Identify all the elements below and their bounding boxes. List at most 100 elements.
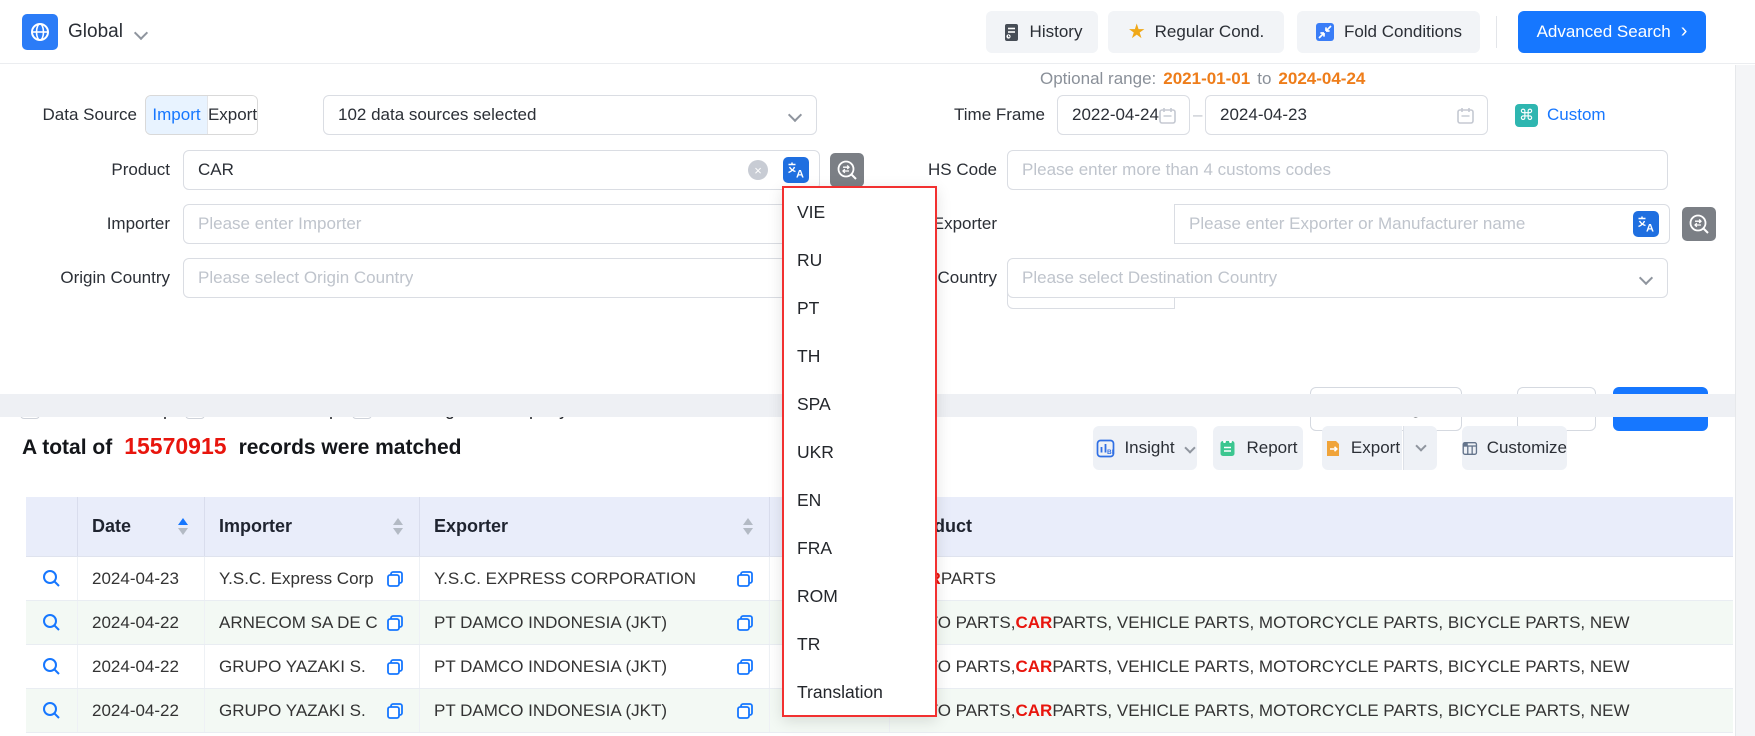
header-exporter-label: Exporter	[434, 516, 508, 537]
exporter-name[interactable]: PT DAMCO INDONESIA (JKT)	[434, 657, 667, 677]
importer-cell: GRUPO YAZAKI S.	[205, 689, 420, 732]
header-product: Product	[890, 497, 1733, 556]
language-option[interactable]: TH	[784, 332, 935, 380]
view-detail-icon[interactable]	[41, 700, 62, 721]
language-option[interactable]: FRA	[784, 524, 935, 572]
view-detail-icon[interactable]	[41, 656, 62, 677]
copy-icon[interactable]	[385, 701, 405, 721]
language-option[interactable]: UKR	[784, 428, 935, 476]
importer-name[interactable]: GRUPO YAZAKI S.	[219, 657, 366, 677]
customize-button[interactable]: Customize	[1462, 426, 1567, 470]
svg-text:BI: BI	[1107, 449, 1114, 456]
export-label: Export	[1351, 438, 1400, 458]
importer-input[interactable]	[183, 204, 820, 244]
chevron-down-icon	[1184, 442, 1195, 453]
sort-date-control[interactable]	[178, 518, 188, 535]
translate-language-dropdown: VIE RU PT TH SPA UKR EN FRA ROM TR Trans…	[782, 186, 937, 717]
chevron-down-icon[interactable]	[134, 26, 148, 40]
exporter-cell: PT DAMCO INDONESIA (JKT)	[420, 601, 770, 644]
fold-conditions-button-label: Fold Conditions	[1344, 22, 1462, 42]
import-tab[interactable]: Import	[146, 96, 207, 134]
insight-button[interactable]: BI Insight	[1093, 426, 1197, 470]
translate-icon[interactable]: A	[783, 157, 809, 183]
language-option[interactable]: RU	[784, 236, 935, 284]
exporter-cell: Y.S.C. EXPRESS CORPORATION	[420, 557, 770, 600]
insight-icon: BI	[1096, 439, 1115, 458]
copy-icon[interactable]	[735, 701, 755, 721]
data-source-label: Data Source	[0, 95, 137, 135]
origin-country-select[interactable]: Please select Origin Country	[183, 258, 820, 298]
product-text: PARTS, VEHICLE PARTS, MOTORCYCLE PARTS, …	[1052, 613, 1629, 633]
copy-icon[interactable]	[735, 569, 755, 589]
language-option[interactable]: Translation	[784, 668, 935, 716]
clear-icon[interactable]: ×	[748, 160, 768, 180]
copy-icon[interactable]	[385, 657, 405, 677]
exporter-name[interactable]: PT DAMCO INDONESIA (JKT)	[434, 613, 667, 633]
date-cell: 2024-04-23	[78, 557, 205, 600]
copy-icon[interactable]	[735, 613, 755, 633]
advanced-search-button[interactable]: Advanced Search ›	[1518, 11, 1706, 53]
header-importer-label: Importer	[219, 516, 292, 537]
importer-name[interactable]: Y.S.C. Express Corp	[219, 569, 374, 589]
optional-range-to-word: to	[1257, 69, 1271, 89]
importer-name[interactable]: GRUPO YAZAKI S.	[219, 701, 366, 721]
export-dropdown-button[interactable]	[1403, 426, 1437, 470]
copy-icon[interactable]	[735, 657, 755, 677]
language-option[interactable]: VIE	[784, 188, 935, 236]
translate-search-button[interactable]	[1682, 207, 1716, 241]
product-cell: AUTO PARTS, CAR PARTS, VEHICLE PARTS, MO…	[890, 601, 1733, 644]
optional-range-to: 2024-04-24	[1278, 69, 1365, 89]
export-tab[interactable]: Export	[207, 96, 257, 134]
language-option[interactable]: ROM	[784, 572, 935, 620]
product-highlight: CAR	[1015, 657, 1052, 677]
globe-logo[interactable]	[22, 14, 58, 50]
sort-importer-control[interactable]	[393, 518, 403, 535]
export-button[interactable]: Export	[1322, 426, 1402, 470]
fold-conditions-button[interactable]: Fold Conditions	[1297, 11, 1480, 53]
header-importer: Importer	[205, 497, 420, 556]
command-icon: ⌘	[1515, 104, 1538, 127]
history-button[interactable]: History	[986, 11, 1098, 53]
product-highlight: CAR	[1015, 701, 1052, 721]
view-detail-icon[interactable]	[41, 568, 62, 589]
calendar-icon	[1456, 106, 1475, 125]
date-cell: 2024-04-22	[78, 689, 205, 732]
star-icon: ★	[1128, 22, 1146, 42]
report-button[interactable]: Report	[1213, 426, 1303, 470]
language-option[interactable]: EN	[784, 476, 935, 524]
data-sources-select[interactable]: 102 data sources selected	[323, 95, 817, 135]
product-cell: AUTO PARTS, CAR PARTS, VEHICLE PARTS, MO…	[890, 645, 1733, 688]
language-option[interactable]: SPA	[784, 380, 935, 428]
copy-icon[interactable]	[385, 569, 405, 589]
time-frame-end-value: 2024-04-23	[1206, 105, 1307, 125]
results-total-suffix: records were matched	[239, 436, 462, 460]
history-button-label: History	[1030, 22, 1083, 42]
view-detail-icon[interactable]	[41, 612, 62, 633]
time-frame-end-input[interactable]: 2024-04-23	[1205, 95, 1488, 135]
product-cell: CAR PARTS	[890, 557, 1733, 600]
optional-range: Optional range: 2021-01-01 to 2024-04-24	[1040, 69, 1365, 89]
copy-icon[interactable]	[385, 613, 405, 633]
exporter-name[interactable]: Y.S.C. EXPRESS CORPORATION	[434, 569, 696, 589]
swap-search-icon	[1687, 212, 1711, 236]
destination-country-select[interactable]: Please select Destination Country	[1007, 258, 1668, 298]
scrollbar-track[interactable]	[1735, 65, 1755, 736]
region-selector-label[interactable]: Global	[68, 0, 123, 64]
exporter-name[interactable]: PT DAMCO INDONESIA (JKT)	[434, 701, 667, 721]
importer-name[interactable]: ARNECOM SA DE C	[219, 613, 378, 633]
language-option[interactable]: TR	[784, 620, 935, 668]
exporter-input[interactable]	[1174, 204, 1670, 244]
fold-icon	[1315, 22, 1335, 42]
header-date-label: Date	[92, 516, 131, 537]
custom-time-button[interactable]: ⌘ Custom	[1515, 95, 1606, 135]
hs-code-label: HS Code	[850, 150, 997, 190]
regular-cond-button[interactable]: ★ Regular Cond.	[1108, 11, 1284, 53]
hs-code-input[interactable]	[1007, 150, 1668, 190]
sort-exporter-control[interactable]	[743, 518, 753, 535]
time-frame-start-input[interactable]: 2022-04-24	[1057, 95, 1190, 135]
time-frame-start-value: 2022-04-24	[1058, 105, 1159, 125]
importer-cell: GRUPO YAZAKI S.	[205, 645, 420, 688]
product-input[interactable]	[183, 150, 820, 190]
language-option[interactable]: PT	[784, 284, 935, 332]
translate-icon[interactable]: A	[1633, 211, 1659, 237]
